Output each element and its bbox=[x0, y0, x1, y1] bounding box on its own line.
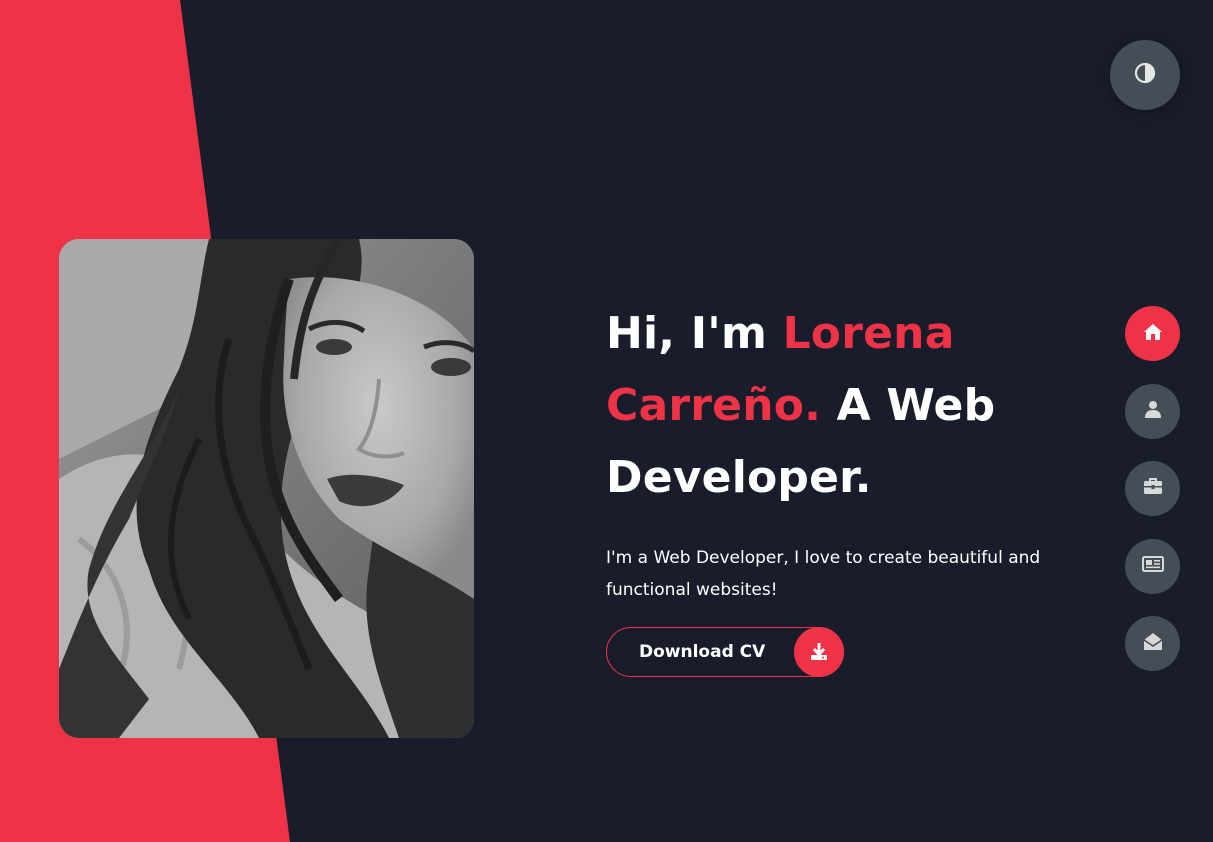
nav-item-contact[interactable] bbox=[1125, 616, 1180, 671]
nav-item-home[interactable] bbox=[1125, 306, 1180, 361]
hero-description: I'm a Web Developer, I love to create be… bbox=[606, 548, 1041, 600]
side-navigation bbox=[1125, 306, 1180, 694]
hero-greeting: Hi, I'm bbox=[606, 308, 783, 359]
contrast-icon bbox=[1134, 62, 1156, 88]
download-icon bbox=[794, 627, 844, 677]
hero-heading: Hi, I'm Lorena Carreño. A Web Developer. bbox=[606, 298, 1086, 514]
user-icon bbox=[1144, 400, 1162, 422]
nav-item-blogs[interactable] bbox=[1125, 538, 1180, 594]
nav-item-portfolio[interactable] bbox=[1125, 461, 1180, 516]
theme-toggle-button[interactable] bbox=[1110, 40, 1180, 110]
profile-photo bbox=[59, 239, 474, 738]
nav-item-about[interactable] bbox=[1125, 383, 1180, 439]
newspaper-icon bbox=[1141, 556, 1164, 576]
hero-section: Hi, I'm Lorena Carreño. A Web Developer.… bbox=[606, 298, 1086, 677]
download-cv-label: Download CV bbox=[639, 642, 766, 662]
home-icon bbox=[1143, 323, 1163, 345]
briefcase-icon bbox=[1143, 478, 1163, 499]
envelope-open-icon bbox=[1143, 632, 1163, 655]
download-cv-button[interactable]: Download CV bbox=[606, 627, 844, 677]
